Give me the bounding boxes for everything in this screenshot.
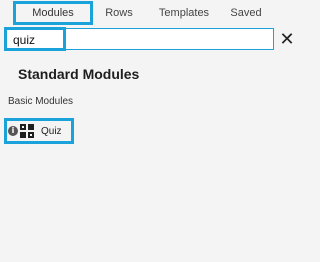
module-label: Quiz (41, 126, 62, 137)
tab-modules[interactable]: Modules (13, 1, 93, 25)
close-icon[interactable]: ✕ (279, 30, 295, 48)
tab-templates[interactable]: Templates (158, 4, 210, 22)
search-row: ✕ (0, 27, 300, 52)
tab-rows[interactable]: Rows (104, 4, 134, 22)
section-title: Standard Modules (18, 66, 140, 82)
tab-bar: Modules Rows Templates Saved (0, 0, 300, 26)
module-panel: Modules Rows Templates Saved ✕ Standard … (0, 0, 300, 262)
quiz-icon (20, 124, 34, 138)
group-label: Basic Modules (8, 96, 74, 107)
tab-saved[interactable]: Saved (230, 4, 262, 22)
search-input[interactable] (13, 32, 213, 48)
search-box[interactable] (4, 28, 274, 50)
info-icon[interactable]: i (8, 126, 18, 136)
module-item-quiz[interactable]: i Quiz (4, 118, 74, 144)
